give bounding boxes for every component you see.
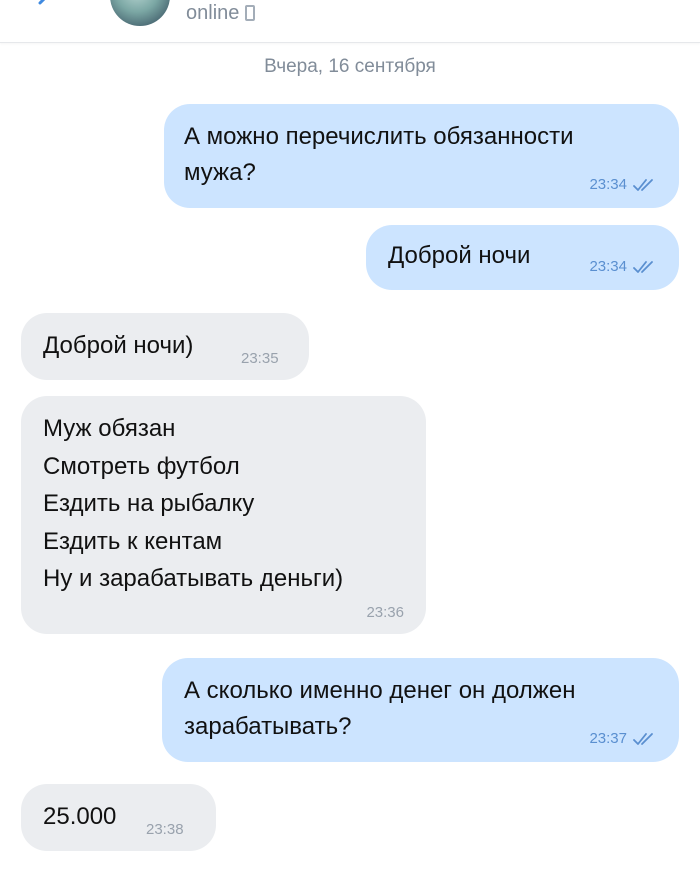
message-time: 23:34 — [589, 176, 627, 193]
message-meta: 23:35 — [241, 350, 279, 368]
message-time: 23:36 — [366, 604, 404, 621]
incoming-message[interactable]: Доброй ночи) 23:35 — [21, 313, 309, 380]
double-check-icon — [633, 179, 653, 191]
message-time: 23:37 — [589, 730, 627, 747]
message-text: Доброй ночи) — [43, 332, 194, 359]
message-text: 25.000 — [43, 803, 117, 830]
message-meta: 23:34 — [589, 258, 657, 276]
message-text: Доброй ночи — [388, 242, 531, 269]
chat-header: online — [0, 0, 700, 43]
message-time: 23:38 — [146, 821, 184, 838]
outgoing-message[interactable]: А сколько именно денег он должен зарабат… — [162, 658, 679, 762]
chevron-left-icon[interactable] — [36, 0, 50, 10]
message-meta: 23:36 — [366, 604, 404, 622]
outgoing-message[interactable]: А можно перечислить обязанности мужа? 23… — [164, 104, 679, 208]
online-status-text: online — [186, 2, 240, 24]
avatar[interactable] — [110, 0, 170, 26]
message-meta: 23:37 — [589, 730, 657, 748]
incoming-message[interactable]: Муж обязан Смотреть футбол Ездить на рыб… — [21, 396, 426, 634]
message-meta: 23:38 — [146, 821, 184, 839]
double-check-icon — [633, 733, 653, 745]
phone-icon — [245, 5, 256, 21]
incoming-message[interactable]: 25.000 23:38 — [21, 784, 216, 851]
date-separator: Вчера, 16 сентября — [264, 56, 436, 77]
message-meta: 23:34 — [589, 176, 657, 194]
message-time: 23:34 — [589, 258, 627, 275]
message-text: Муж обязан Смотреть футбол Ездить на рыб… — [43, 415, 344, 592]
contact-status: online — [186, 0, 256, 26]
outgoing-message[interactable]: Доброй ночи 23:34 — [366, 225, 679, 290]
message-time: 23:35 — [241, 350, 279, 367]
double-check-icon — [633, 261, 653, 273]
